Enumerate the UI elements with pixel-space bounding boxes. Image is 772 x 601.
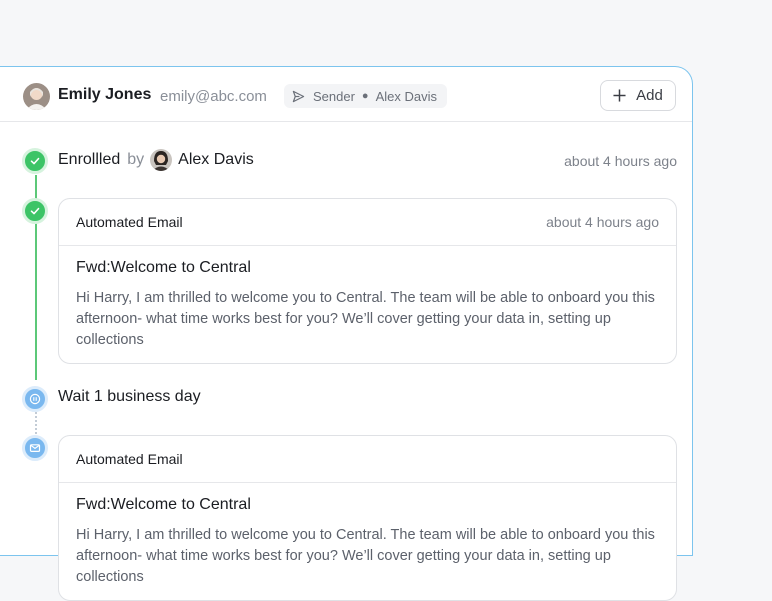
email-body: Hi Harry, I am thrilled to welcome you t…: [76, 527, 655, 585]
email-2-status-node: [22, 435, 48, 461]
enrolled-actor[interactable]: Alex Davis: [178, 151, 254, 169]
timeline-connector-pending: [35, 412, 37, 434]
contact-name: Emily Jones: [58, 86, 152, 103]
enrolled-time: about 4 hours ago: [564, 153, 677, 169]
sender-name: Alex Davis: [375, 88, 437, 104]
card-type: Automated Email: [76, 451, 183, 467]
contact-header: Emily Jones emily@abc.com Sender ● Alex …: [0, 67, 692, 122]
check-icon: [30, 157, 40, 165]
contact-sequence-panel: Emily Jones emily@abc.com Sender ● Alex …: [0, 66, 693, 601]
email-subject: Fwd:Welcome to Central: [76, 259, 251, 276]
enrolled-event: Enrollled by Alex Davis: [58, 149, 254, 171]
enrolled-status-node: [22, 148, 48, 174]
actor-avatar: [150, 149, 173, 171]
add-button-label: Add: [636, 87, 663, 104]
card-type: Automated Email: [76, 214, 183, 230]
contact-avatar: [23, 83, 50, 110]
automated-email-card[interactable]: Automated Email about 4 hours ago Fwd:We…: [58, 198, 677, 364]
card-time: about 4 hours ago: [546, 214, 659, 230]
plus-icon: [613, 89, 626, 102]
send-icon: [292, 90, 305, 102]
add-button[interactable]: Add: [600, 80, 676, 111]
email-body: Hi Harry, I am thrilled to welcome you t…: [76, 290, 655, 348]
sender-label: Sender: [313, 88, 355, 104]
enrolled-title: Enrollled: [58, 151, 121, 168]
email-1-status-node: [22, 198, 48, 224]
sender-chip[interactable]: Sender ● Alex Davis: [284, 84, 447, 108]
email-subject: Fwd:Welcome to Central: [76, 496, 251, 513]
pause-icon: [29, 393, 41, 405]
mail-icon: [29, 444, 41, 452]
automated-email-card[interactable]: Automated Email Fwd:Welcome to Central H…: [58, 435, 677, 601]
enrolled-by-label: by: [127, 151, 145, 168]
card-header: Automated Email: [59, 436, 676, 483]
wait-title: Wait 1 business day: [58, 388, 201, 405]
card-header: Automated Email about 4 hours ago: [59, 199, 676, 246]
wait-status-node: [22, 386, 48, 412]
contact-email: emily@abc.com: [160, 88, 267, 105]
wait-event: Wait 1 business day: [58, 388, 201, 406]
check-icon: [30, 207, 40, 215]
separator-dot: ●: [361, 90, 369, 102]
